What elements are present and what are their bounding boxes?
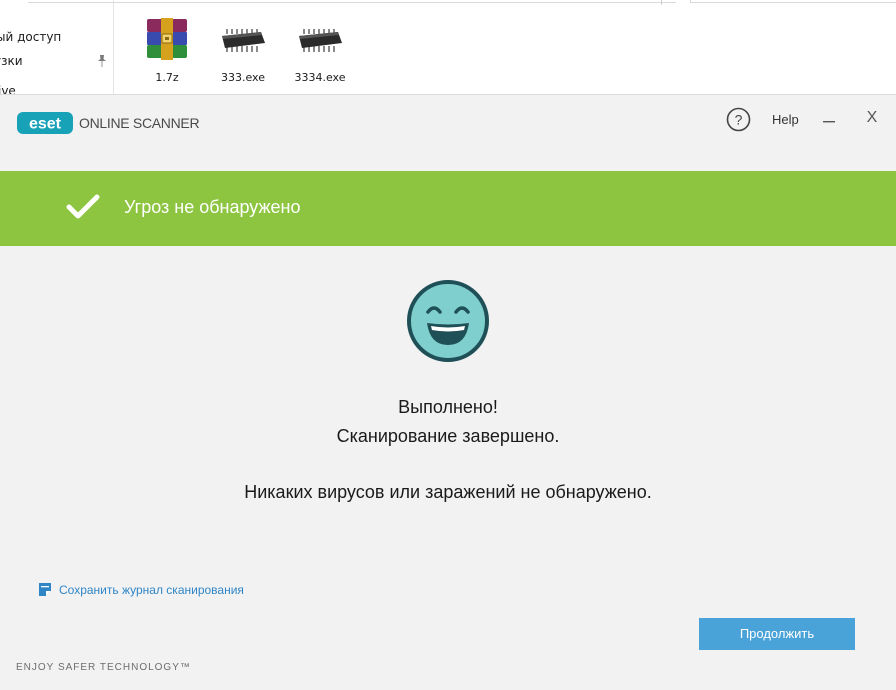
chip-executable-icon <box>222 29 265 52</box>
chip-executable-icon <box>299 29 342 52</box>
checkmark-icon <box>66 194 100 219</box>
result-subtitle: Сканирование завершено. <box>336 426 560 446</box>
file-name: 3334.exe <box>294 71 346 84</box>
eset-logo: eset <box>17 112 73 134</box>
save-scan-log-label[interactable]: Сохранить журнал сканирования <box>59 583 244 597</box>
logo-text: eset <box>29 116 62 133</box>
result-detail: Никаких вирусов или заражений не обнаруж… <box>244 482 652 502</box>
nav-item-onedrive[interactable]: ive <box>0 84 16 94</box>
address-bar-divider <box>661 0 662 5</box>
svg-text:?: ? <box>735 112 743 128</box>
navigation-pane: ый доступ узки ive <box>0 0 114 94</box>
file-item[interactable]: 1.7z <box>137 16 197 84</box>
file-item[interactable]: 3334.exe <box>290 16 350 84</box>
winrar-archive-icon <box>147 18 187 60</box>
result-title: Выполнено! <box>398 397 498 417</box>
minimize-button[interactable] <box>821 111 837 127</box>
help-link[interactable]: Help <box>772 112 799 127</box>
address-bar-edge <box>28 0 676 3</box>
pin-icon <box>98 55 106 67</box>
explorer-window: ый доступ узки ive 1.7z 333.ex <box>0 0 896 94</box>
status-banner: Угроз не обнаружено <box>0 171 896 246</box>
eset-online-scanner-window: eset ONLINE SCANNER ? Help X Угроз не об… <box>0 94 896 690</box>
search-box-edge <box>690 0 896 3</box>
file-name: 333.exe <box>220 71 265 84</box>
product-name: ONLINE SCANNER <box>79 115 200 131</box>
status-banner-text: Угроз не обнаружено <box>124 197 301 217</box>
help-icon[interactable]: ? <box>726 107 751 132</box>
nav-item-downloads[interactable]: узки <box>0 54 23 68</box>
file-item[interactable]: 333.exe <box>213 16 273 84</box>
footer-tagline: ENJOY SAFER TECHNOLOGY™ <box>16 662 191 673</box>
document-save-icon <box>39 583 51 596</box>
close-button[interactable]: X <box>863 109 881 127</box>
file-name: 1.7z <box>155 71 179 84</box>
smiley-face-icon <box>407 280 489 362</box>
nav-item-quick-access[interactable]: ый доступ <box>0 30 61 44</box>
continue-button[interactable]: Продолжить <box>699 618 855 650</box>
